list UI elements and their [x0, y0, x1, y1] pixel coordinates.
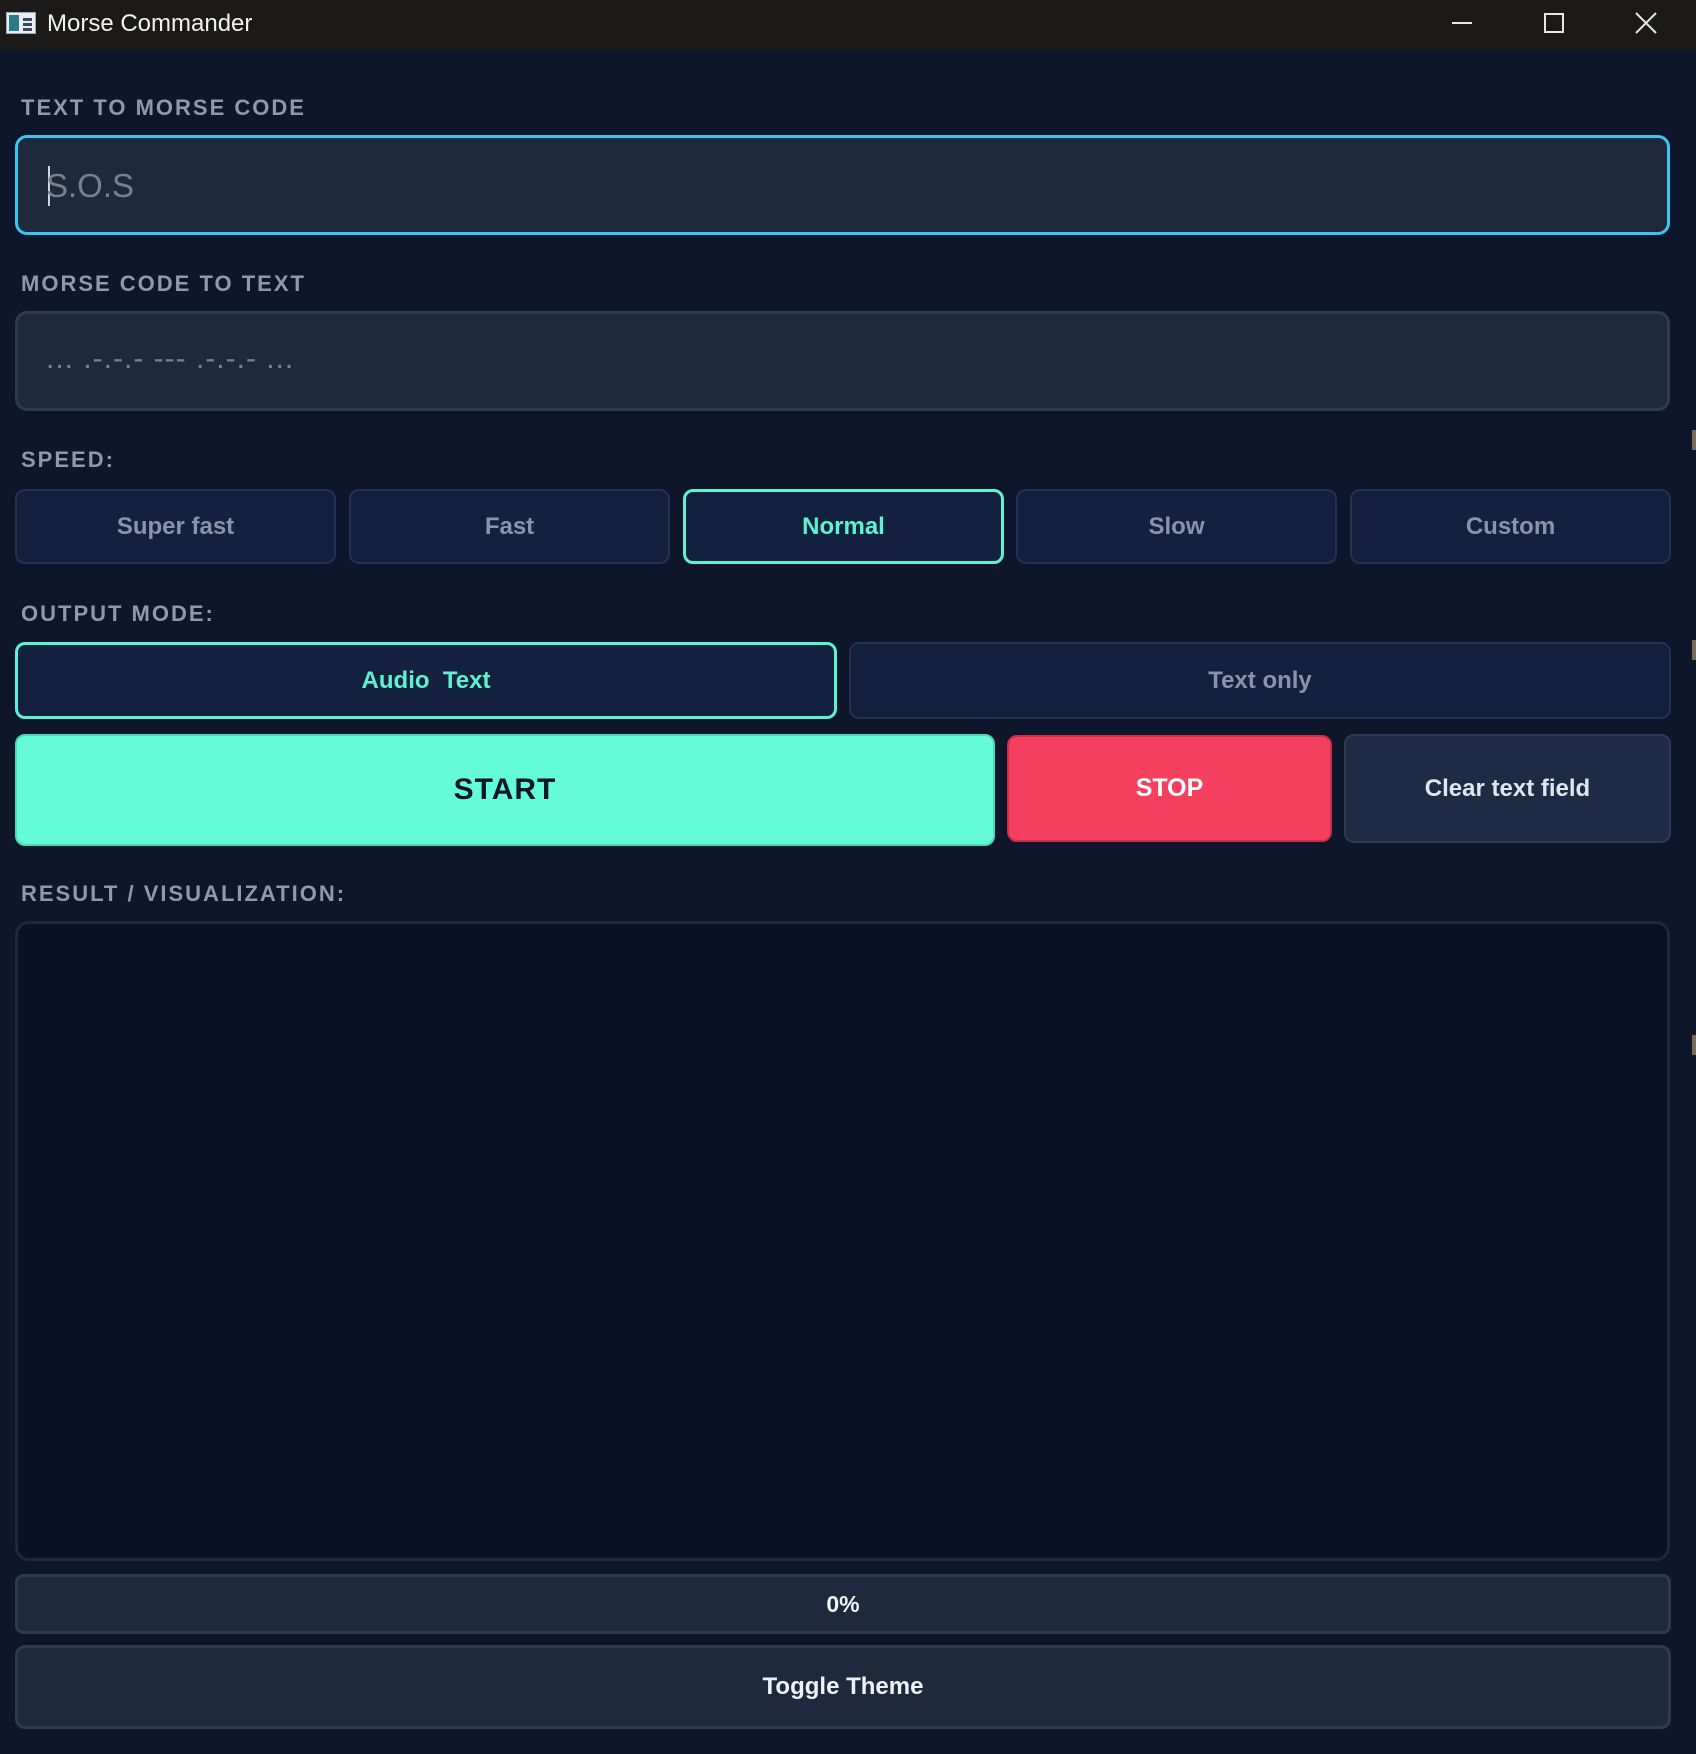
close-button[interactable] [1599, 0, 1691, 46]
stop-button[interactable]: STOP [1007, 735, 1332, 842]
text-to-morse-placeholder: S.O.S [46, 167, 135, 204]
window-title: Morse Commander [47, 10, 253, 37]
speed-normal-button[interactable]: Normal [683, 489, 1004, 564]
speed-custom-button[interactable]: Custom [1350, 489, 1671, 564]
output-mode-label: OUTPUT MODE: [21, 601, 215, 626]
minimize-button[interactable] [1415, 0, 1507, 46]
minimize-icon [1452, 22, 1472, 24]
toggle-theme-button[interactable]: Toggle Theme [15, 1645, 1671, 1729]
mode-text-only-button[interactable]: Text only [849, 642, 1671, 719]
result-label: RESULT / VISUALIZATION: [21, 881, 347, 906]
progress-bar: 0% [15, 1574, 1671, 1634]
speed-super-fast-button[interactable]: Super fast [15, 489, 336, 564]
window-edge-marker [1692, 640, 1696, 660]
speed-label: SPEED: [21, 447, 115, 472]
title-bar[interactable]: Morse Commander [0, 0, 1696, 50]
text-to-morse-input[interactable]: S.O.S [15, 135, 1670, 235]
window-edge-marker [1692, 430, 1696, 450]
morse-to-text-placeholder: ... .-.-.- --- .-.-.- ... [46, 342, 295, 375]
result-visualization-area[interactable] [15, 921, 1670, 1561]
maximize-icon [1544, 13, 1564, 33]
close-icon [1635, 12, 1657, 34]
speed-fast-button[interactable]: Fast [349, 489, 670, 564]
progress-text: 0% [826, 1590, 860, 1617]
mode-audio-text-button[interactable]: Audio Text [15, 642, 837, 719]
window-edge-marker [1692, 1035, 1696, 1055]
start-button[interactable]: START [15, 734, 995, 846]
morse-to-text-label: MORSE CODE TO TEXT [21, 271, 306, 296]
maximize-button[interactable] [1507, 0, 1599, 46]
app-window: Morse Commander TEXT TO MORSE CODE S.O.S… [0, 0, 1696, 1754]
text-to-morse-label: TEXT TO MORSE CODE [21, 95, 306, 120]
speed-slow-button[interactable]: Slow [1016, 489, 1337, 564]
clear-text-field-button[interactable]: Clear text field [1344, 734, 1671, 843]
app-icon [6, 12, 36, 34]
morse-to-text-input[interactable]: ... .-.-.- --- .-.-.- ... [15, 311, 1670, 411]
